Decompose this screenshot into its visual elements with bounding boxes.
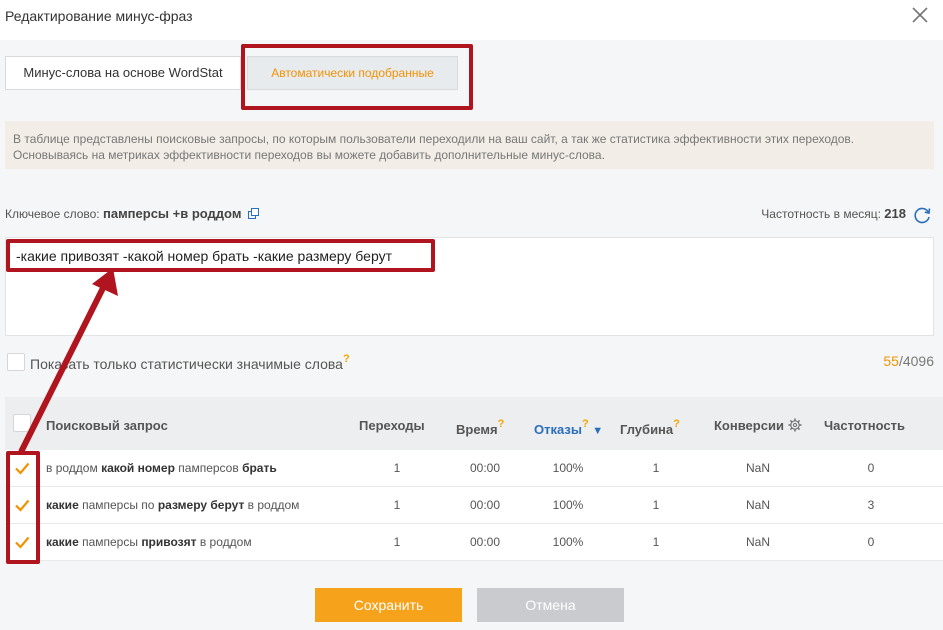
row-checkbox[interactable] bbox=[14, 460, 30, 476]
cell-depth: 1 bbox=[652, 535, 660, 549]
row-checkbox[interactable] bbox=[14, 497, 30, 513]
query-part: памперсов bbox=[174, 461, 243, 475]
cell-clicks: 1 bbox=[393, 498, 401, 512]
query-text: в роддом какой номер памперсов брать bbox=[46, 461, 277, 475]
query-text: какие памперсы привозят в роддом bbox=[46, 535, 252, 549]
row-checkbox[interactable] bbox=[14, 534, 30, 550]
cell-clicks: 1 bbox=[393, 535, 401, 549]
query-part: какие bbox=[46, 498, 79, 512]
cell-bounces: 100% bbox=[552, 461, 584, 475]
query-part: привозят bbox=[141, 535, 197, 549]
cell-bounces: 100% bbox=[552, 535, 584, 549]
cell-conversions: NaN bbox=[745, 498, 770, 512]
cell-conversions: NaN bbox=[745, 461, 770, 475]
query-part: памперсы bbox=[78, 535, 142, 549]
query-part: памперсы по bbox=[78, 498, 158, 512]
query-part: в роддом bbox=[244, 498, 300, 512]
cell-clicks: 1 bbox=[393, 461, 401, 475]
cell-bounces: 100% bbox=[552, 498, 584, 512]
cell-frequency: 3 bbox=[867, 498, 875, 512]
cell-frequency: 0 bbox=[867, 535, 875, 549]
query-part: размеру берут bbox=[157, 498, 245, 512]
query-part: в роддом bbox=[196, 535, 252, 549]
cell-depth: 1 bbox=[652, 498, 660, 512]
cell-time: 00:00 bbox=[469, 535, 501, 549]
query-text: какие памперсы по размеру берут в роддом bbox=[46, 498, 299, 512]
query-part: какие bbox=[46, 535, 79, 549]
query-part: брать bbox=[242, 461, 277, 475]
cell-depth: 1 bbox=[652, 461, 660, 475]
cell-conversions: NaN bbox=[745, 535, 770, 549]
query-part: в роддом bbox=[46, 461, 102, 475]
query-part: какой номер bbox=[101, 461, 175, 475]
cell-time: 00:00 bbox=[469, 461, 501, 475]
cell-frequency: 0 bbox=[867, 461, 875, 475]
cell-time: 00:00 bbox=[469, 498, 501, 512]
